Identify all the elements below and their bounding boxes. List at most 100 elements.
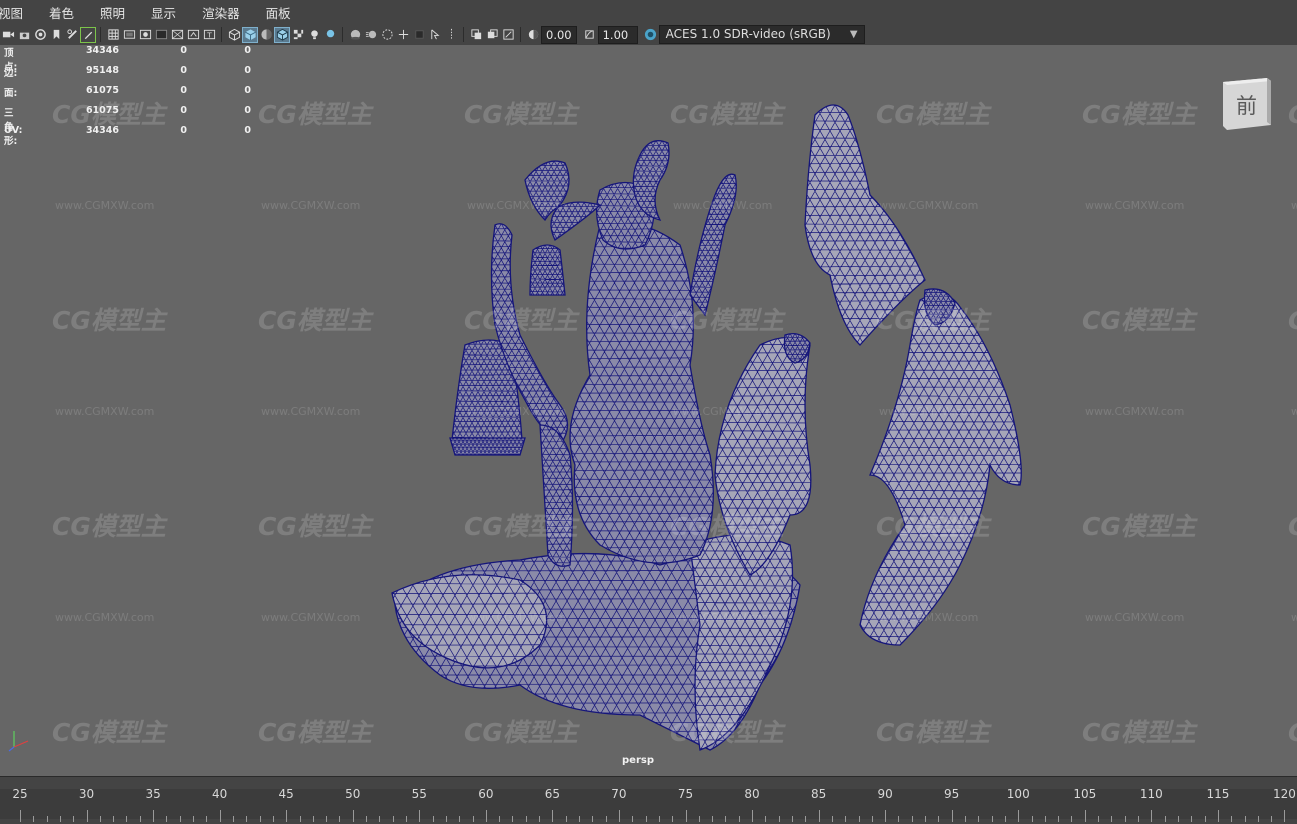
default-material-icon[interactable] xyxy=(259,28,273,42)
timeline-tick xyxy=(911,816,913,822)
timeline-tick xyxy=(1177,816,1179,822)
timeline-tick xyxy=(898,816,900,822)
menu-lighting[interactable]: 照明 xyxy=(100,3,133,22)
field-chart-icon[interactable] xyxy=(170,28,184,42)
hud-value: 0 xyxy=(180,105,187,116)
timeline-tick xyxy=(272,816,274,822)
hud-value: 95148 xyxy=(85,65,119,76)
timeline-tick xyxy=(1044,816,1046,822)
timeline-tick xyxy=(366,816,368,822)
view-cube[interactable]: 前 xyxy=(1223,78,1271,130)
timeline-tick xyxy=(113,816,115,822)
timeline-tick xyxy=(432,816,434,822)
pencil-icon[interactable] xyxy=(80,26,96,43)
menu-panels[interactable]: 面板 xyxy=(266,3,299,22)
color-transform-value: ACES 1.0 SDR-video (sRGB) xyxy=(665,27,831,41)
hud-value: 34346 xyxy=(85,45,119,56)
ambient-occlusion-icon[interactable] xyxy=(348,28,362,42)
timeline-tick xyxy=(326,816,328,822)
xray-joints-icon[interactable] xyxy=(444,28,458,42)
timeline-tick-label: 85 xyxy=(810,787,827,801)
image-plane-icon[interactable] xyxy=(65,28,79,42)
wireframe-on-shaded-icon[interactable] xyxy=(274,26,290,43)
timeline-tick xyxy=(1084,810,1086,822)
timeline-tick xyxy=(20,810,21,822)
camera-attributes-icon[interactable] xyxy=(33,28,47,42)
hud-value: 0 xyxy=(244,45,251,56)
exposure-field[interactable]: 0.00 xyxy=(541,25,577,44)
grid-icon[interactable] xyxy=(106,28,120,42)
gamma-icon[interactable] xyxy=(583,28,597,42)
color-transform-select[interactable]: ACES 1.0 SDR-video (sRGB) ▼ xyxy=(658,25,865,44)
timeline-tick xyxy=(525,816,527,822)
menu-view[interactable]: 视图 xyxy=(0,3,31,22)
isolate-select-icon[interactable] xyxy=(412,28,426,42)
timeline-tick xyxy=(59,816,61,822)
color-management-icon[interactable] xyxy=(644,28,658,42)
hud-value: 0 xyxy=(180,85,187,96)
menu-shading[interactable]: 着色 xyxy=(49,3,82,22)
film-gate-icon[interactable] xyxy=(122,28,136,42)
timeline-tick xyxy=(1031,816,1033,822)
timeline-tick xyxy=(858,816,860,822)
timeline-tick xyxy=(725,816,727,822)
exposure-icon[interactable] xyxy=(526,28,540,42)
timeline-tick xyxy=(791,816,793,822)
gamma-field[interactable]: 1.00 xyxy=(597,25,638,44)
timeline-tick xyxy=(552,810,554,822)
menu-bar: 视图 着色 照明 显示 渲染器 面板 xyxy=(0,0,1297,25)
gate-mask-icon[interactable] xyxy=(154,28,168,42)
timeline-tick-label: 105 xyxy=(1073,787,1097,801)
hud-value: 0 xyxy=(244,105,251,116)
resolution-gate-icon[interactable] xyxy=(138,28,152,42)
camera-icon[interactable] xyxy=(1,28,15,42)
timeline-tick xyxy=(1164,816,1166,822)
timeline-tick xyxy=(139,816,141,822)
timeline-tick xyxy=(73,816,75,822)
timeline-tick-label: 90 xyxy=(877,787,893,801)
timeline-tick xyxy=(1271,816,1273,822)
timeline-tick xyxy=(405,816,407,822)
shadows-icon[interactable] xyxy=(323,28,337,42)
timeline-tick xyxy=(565,816,567,822)
timeline-tick-label: 60 xyxy=(478,787,494,801)
uv-editor-icon[interactable] xyxy=(501,28,515,42)
timeline-tick xyxy=(512,816,514,822)
hud-value: 0 xyxy=(180,65,187,76)
antialias-icon[interactable] xyxy=(380,28,394,42)
timeline-tick xyxy=(193,816,195,822)
timeline-tick xyxy=(379,816,381,822)
safe-title-icon[interactable]: T xyxy=(202,28,216,42)
menu-show[interactable]: 显示 xyxy=(151,3,184,22)
time-slider[interactable]: 25 30 35 40 45 50 55 60 65 70 75 80 85 90 95 100 105 110 1… xyxy=(0,776,1297,824)
timeline-tick xyxy=(1058,816,1060,822)
lights-icon[interactable] xyxy=(307,28,321,42)
xray-icon[interactable] xyxy=(428,28,442,42)
timeline-tick xyxy=(352,810,354,822)
depth-of-field-icon[interactable] xyxy=(396,28,410,42)
timeline-tick-label: 100 xyxy=(1006,787,1030,801)
smooth-shade-icon[interactable] xyxy=(242,26,258,43)
viewport-panel[interactable]: CG模型主 www.CGMXW.com CG模型主 www.CGMXW.com CG模型… xyxy=(0,45,1297,776)
timeline-tick xyxy=(46,816,48,822)
backface-icon[interactable] xyxy=(469,28,483,42)
timeline-tick xyxy=(805,816,807,822)
safe-action-icon[interactable] xyxy=(186,28,200,42)
timeline-tick xyxy=(1071,816,1073,822)
textured-icon[interactable] xyxy=(291,28,305,42)
timeline-tick-label: 40 xyxy=(212,787,228,801)
smooth-preview-icon[interactable] xyxy=(485,28,499,42)
timeline-tick-label: 95 xyxy=(944,787,960,801)
time-slider-track[interactable] xyxy=(0,789,1297,819)
timeline-tick xyxy=(153,810,155,822)
bookmark-icon[interactable] xyxy=(49,28,63,42)
wireframe-icon[interactable] xyxy=(227,28,241,42)
timeline-tick xyxy=(579,816,581,822)
menu-renderer[interactable]: 渲染器 xyxy=(202,3,248,22)
timeline-tick xyxy=(419,810,421,822)
motion-blur-icon[interactable] xyxy=(364,28,378,42)
hud-value: 0 xyxy=(244,65,251,76)
timeline-tick-label: 80 xyxy=(744,787,760,801)
camera-lock-icon[interactable] xyxy=(17,28,31,42)
timeline-tick xyxy=(126,816,128,822)
